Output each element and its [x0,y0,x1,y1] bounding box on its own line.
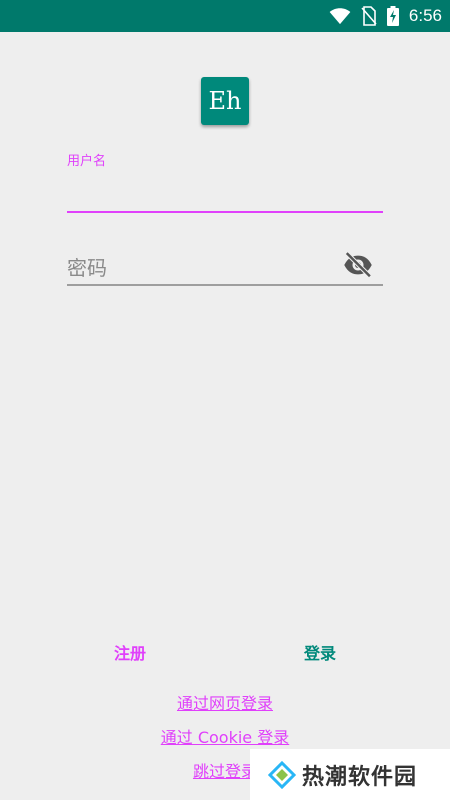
watermark: 热潮软件园 [250,749,450,800]
visibility-off-icon[interactable] [343,250,373,280]
username-underline [67,211,383,213]
username-label: 用户名 [67,154,107,169]
password-field[interactable]: 密码 [67,240,383,288]
password-underline [67,284,383,286]
login-button[interactable]: 登录 [260,640,380,668]
register-button[interactable]: 注册 [70,640,190,668]
status-bar: 6:56 [0,0,450,32]
no-sim-icon [361,6,377,26]
cookie-login-link[interactable]: 通过 Cookie 登录 [161,728,289,747]
status-time: 6:56 [408,6,442,25]
password-placeholder: 密码 [67,256,107,280]
watermark-logo-icon [268,760,296,789]
battery-charging-icon [386,6,399,26]
skip-login-link[interactable]: 跳过登录 [193,762,257,781]
web-login-link-row: 通过网页登录 [0,690,450,714]
wifi-icon [329,8,351,25]
app-logo: Eh [201,77,249,125]
cookie-login-link-row: 通过 Cookie 登录 [0,724,450,748]
watermark-text: 热潮软件园 [302,764,418,790]
web-login-link[interactable]: 通过网页登录 [177,694,273,713]
status-icons: 6:56 [329,0,442,32]
username-field[interactable]: 用户名 [67,150,383,214]
